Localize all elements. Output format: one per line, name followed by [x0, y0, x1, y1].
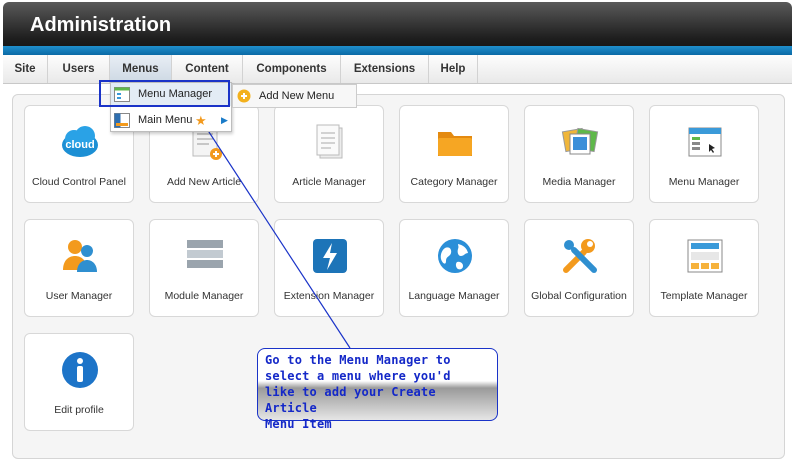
star-icon: ★ [195, 113, 207, 128]
callout-line: select a menu where you'd [265, 369, 451, 383]
callout-line: Go to the Menu Manager to [265, 353, 451, 367]
highlight-box [99, 80, 230, 107]
main-menu-icon [114, 113, 130, 128]
tutorial-callout: Go to the Menu Manager to select a menu … [257, 348, 498, 431]
dropdown-item-label: Main Menu [138, 114, 193, 126]
add-icon [237, 89, 251, 103]
chevron-right-icon: ▶ [221, 115, 228, 125]
submenu-add-new-menu[interactable]: Add New Menu [232, 84, 357, 108]
submenu-label: Add New Menu [259, 90, 335, 102]
callout-line: like to add your Create Article [265, 385, 436, 415]
callout-line: Menu Item [265, 417, 332, 431]
dropdown-item-main-menu[interactable]: Main Menu ★ ▶ [111, 109, 231, 132]
